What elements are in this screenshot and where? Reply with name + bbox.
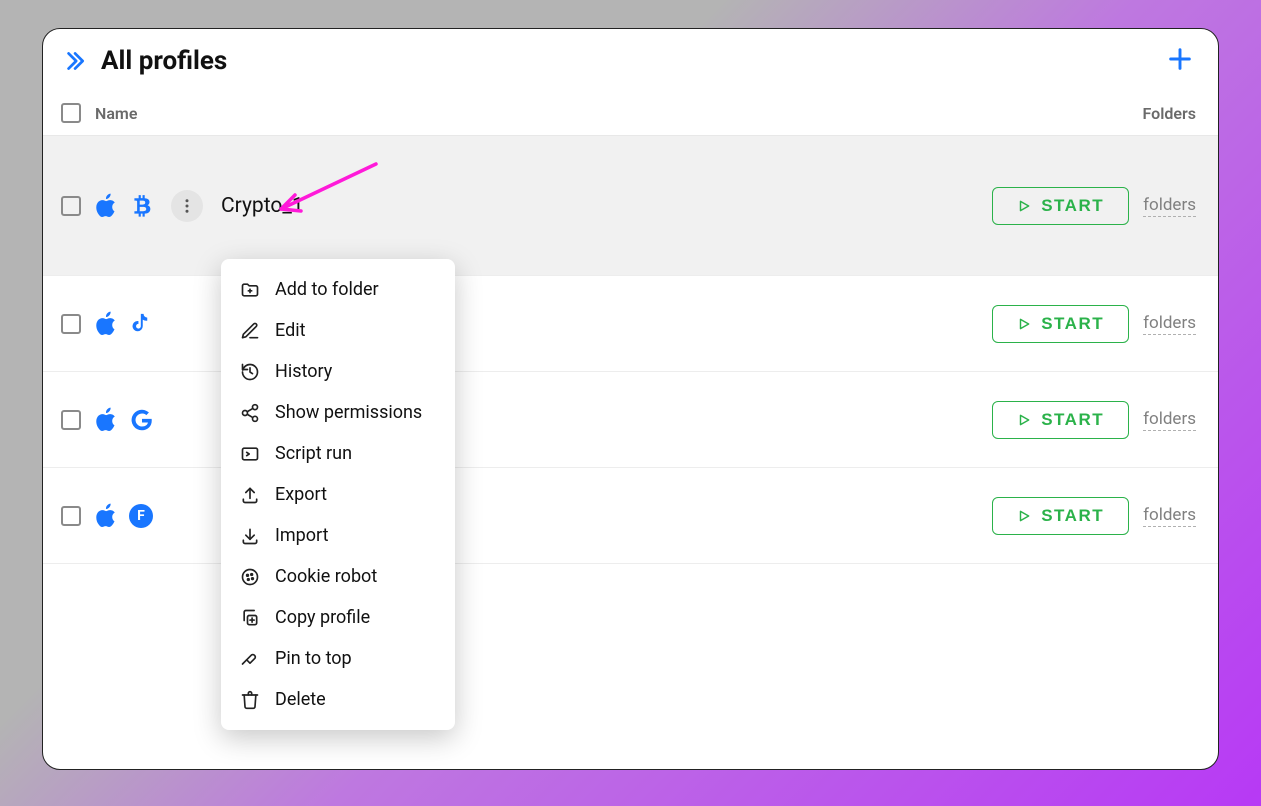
apple-icon (95, 310, 119, 338)
menu-label: Show permissions (275, 402, 422, 423)
menu-label: Export (275, 484, 327, 505)
import-icon (239, 526, 261, 546)
bitcoin-icon (129, 193, 155, 219)
start-button[interactable]: START (992, 305, 1129, 343)
profile-row[interactable]: START folders (43, 276, 1218, 372)
copy-icon (239, 608, 261, 628)
row-checkbox[interactable] (61, 506, 81, 526)
row-icons: F (95, 502, 153, 530)
menu-label: Add to folder (275, 279, 379, 300)
apple-icon (95, 192, 119, 220)
folders-link[interactable]: folders (1143, 313, 1196, 335)
export-icon (239, 485, 261, 505)
annotation-arrow-icon (271, 159, 381, 223)
column-name: Name (95, 104, 137, 123)
f-badge-icon: F (129, 504, 153, 528)
menu-cookie-robot[interactable]: Cookie robot (221, 556, 455, 597)
google-icon (129, 407, 155, 433)
start-label: START (1041, 410, 1104, 430)
terminal-icon (239, 444, 261, 464)
profile-row[interactable]: F START folders (43, 468, 1218, 564)
start-label: START (1041, 196, 1104, 216)
share-icon (239, 403, 261, 423)
menu-history[interactable]: History (221, 351, 455, 392)
row-checkbox[interactable] (61, 410, 81, 430)
trash-icon (239, 690, 261, 710)
history-icon (239, 362, 261, 382)
start-button[interactable]: START (992, 187, 1129, 225)
cookie-icon (239, 567, 261, 587)
folders-link[interactable]: folders (1143, 409, 1196, 431)
menu-script-run[interactable]: Script run (221, 433, 455, 474)
menu-pin-to-top[interactable]: Pin to top (221, 638, 455, 679)
menu-copy-profile[interactable]: Copy profile (221, 597, 455, 638)
menu-label: Edit (275, 320, 305, 341)
start-button[interactable]: START (992, 401, 1129, 439)
profile-row[interactable]: START folders (43, 372, 1218, 468)
menu-export[interactable]: Export (221, 474, 455, 515)
page-title: All profiles (101, 46, 227, 76)
menu-add-to-folder[interactable]: Add to folder (221, 269, 455, 310)
menu-label: Script run (275, 443, 352, 464)
apple-icon (95, 406, 119, 434)
menu-label: Import (275, 525, 328, 546)
menu-edit[interactable]: Edit (221, 310, 455, 351)
folders-link[interactable]: folders (1143, 195, 1196, 217)
row-checkbox[interactable] (61, 314, 81, 334)
start-label: START (1041, 314, 1104, 334)
add-profile-button[interactable] (1164, 43, 1196, 79)
menu-label: Cookie robot (275, 566, 377, 587)
edit-icon (239, 321, 261, 341)
header: All profiles (43, 29, 1218, 93)
menu-label: Copy profile (275, 607, 370, 628)
menu-label: Pin to top (275, 648, 352, 669)
start-label: START (1041, 506, 1104, 526)
row-menu-button[interactable] (171, 190, 203, 222)
pin-icon (239, 649, 261, 669)
menu-show-permissions[interactable]: Show permissions (221, 392, 455, 433)
expand-icon[interactable] (61, 48, 87, 74)
row-icons (95, 310, 151, 338)
profile-row[interactable]: Crypto_1 START folders (43, 136, 1218, 276)
column-header: Name Folders (43, 93, 1218, 136)
tiktok-icon (129, 312, 151, 336)
menu-label: Delete (275, 689, 326, 710)
context-menu: Add to folder Edit History Show permissi… (221, 259, 455, 730)
app-background: All profiles Name Folders (0, 0, 1261, 806)
column-folders: Folders (1143, 104, 1196, 123)
profile-list: Crypto_1 START folders (43, 136, 1218, 564)
menu-delete[interactable]: Delete (221, 679, 455, 720)
apple-icon (95, 502, 119, 530)
profiles-panel: All profiles Name Folders (42, 28, 1219, 770)
select-all-checkbox[interactable] (61, 103, 81, 123)
start-button[interactable]: START (992, 497, 1129, 535)
menu-import[interactable]: Import (221, 515, 455, 556)
menu-label: History (275, 361, 332, 382)
row-checkbox[interactable] (61, 196, 81, 216)
folders-link[interactable]: folders (1143, 505, 1196, 527)
row-icons (95, 192, 155, 220)
row-icons (95, 406, 155, 434)
folder-plus-icon (239, 280, 261, 300)
